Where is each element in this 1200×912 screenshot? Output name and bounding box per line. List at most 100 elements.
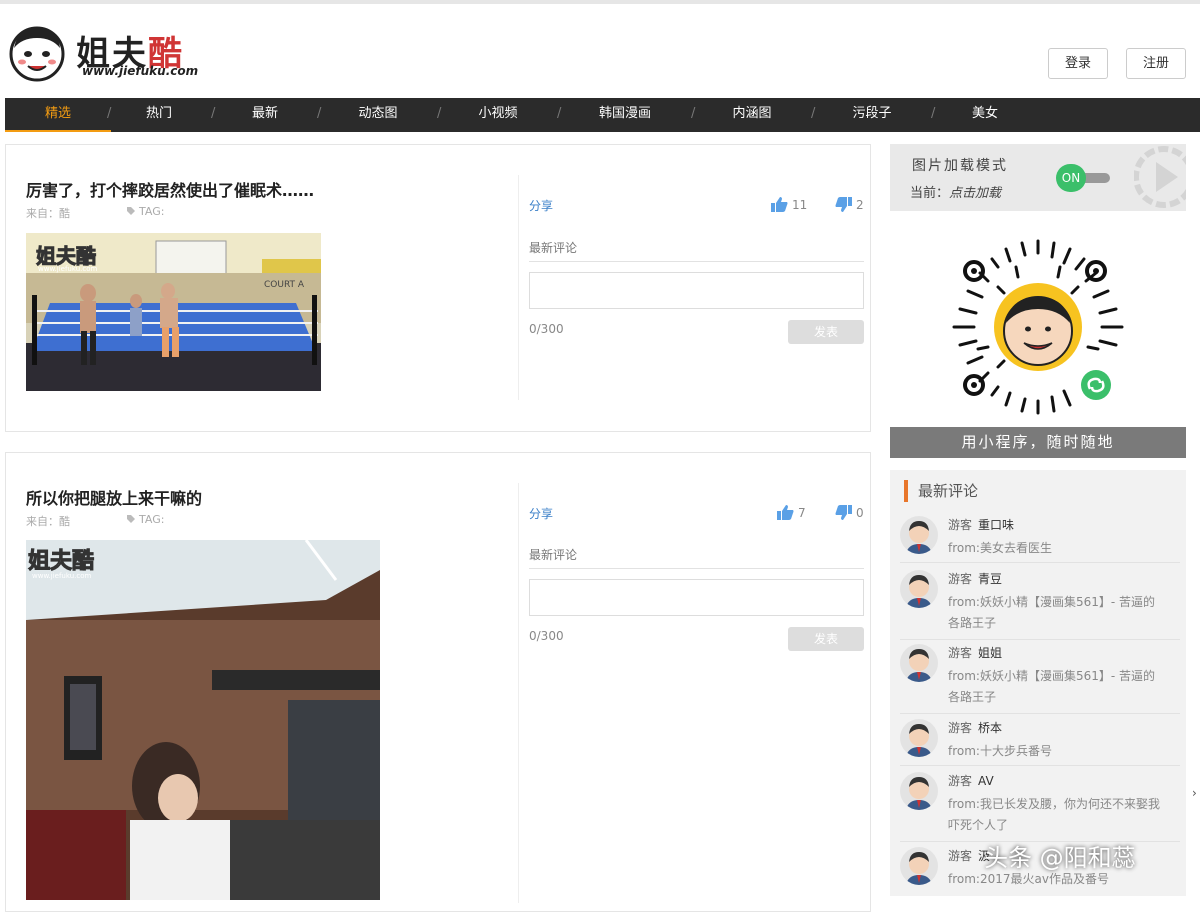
mini-program-qr[interactable]: [890, 227, 1186, 427]
avatar: [900, 644, 938, 682]
comment-source[interactable]: from:妖妖小精【漫画集561】- 苦逼的各路王子: [948, 592, 1166, 634]
comment-input[interactable]: [529, 579, 864, 616]
post-title[interactable]: 厉害了，打个摔跤居然使出了催眠术……: [26, 177, 314, 201]
user-prefix: 游客: [948, 721, 973, 735]
user-name: 姐姐: [978, 646, 1003, 660]
user-name: 重口味: [978, 518, 1015, 532]
post-meta: 来自：酷 TAG:: [26, 513, 164, 529]
comment-source[interactable]: from:我已长发及腰，你为何还不来娶我吓死个人了: [948, 794, 1166, 836]
room-image: 姐夫酷 www.jiefuku.com: [26, 540, 380, 900]
image-watermark: www.jiefuku.com: [32, 572, 91, 580]
qr-caption: 用小程序，随时随地: [890, 427, 1186, 458]
user-prefix: 游客: [948, 849, 973, 863]
post-title[interactable]: 所以你把腿放上来干嘛的: [26, 485, 202, 509]
post-tag: TAG:: [126, 513, 164, 526]
nav-item-beauty[interactable]: 美女: [961, 98, 1009, 132]
scroll-arrow-icon[interactable]: ›: [1192, 786, 1197, 800]
logo-url: www.jiefuku.com: [82, 64, 199, 78]
image-watermark: www.jiefuku.com: [38, 265, 97, 273]
like-count: 11: [792, 198, 808, 212]
comment-user: 游客 重口味: [948, 516, 1014, 533]
nav-item-jokes[interactable]: 污段子: [839, 98, 905, 132]
nav-separator: /: [317, 106, 322, 121]
comment-divider: [529, 261, 864, 262]
nav-item-videos[interactable]: 小视频: [465, 98, 531, 132]
post-tag-label: TAG:: [139, 205, 165, 218]
comment-char-count: 0/300: [529, 629, 564, 643]
dislike-button[interactable]: 0: [835, 505, 864, 520]
tag-icon: [127, 207, 135, 215]
nav-separator: /: [931, 106, 936, 121]
nav-item-hot[interactable]: 热门: [131, 98, 187, 132]
nav-separator: /: [811, 106, 816, 121]
avatar: [900, 719, 938, 757]
like-button[interactable]: 7: [777, 505, 806, 520]
post-image[interactable]: 姐夫酷 www.jiefuku.com COURT A: [26, 233, 321, 391]
dislike-button[interactable]: 2: [835, 197, 864, 212]
tag-icon: [127, 515, 135, 523]
nav-item-gifs[interactable]: 动态图: [345, 98, 411, 132]
like-count: 7: [798, 506, 806, 520]
current-label: 当前：: [910, 186, 950, 201]
submit-comment-button[interactable]: 发表: [788, 627, 864, 651]
comment-item[interactable]: 游客 姐姐 from:妖妖小精【漫画集561】- 苦逼的各路王子: [900, 644, 1180, 714]
submit-comment-button[interactable]: 发表: [788, 320, 864, 344]
wrestling-image: 姐夫酷 www.jiefuku.com COURT A: [26, 233, 321, 391]
comment-input[interactable]: [529, 272, 864, 309]
comment-user: 游客 AV: [948, 772, 994, 789]
post-source: 来自：酷: [26, 207, 70, 220]
post-tag: TAG:: [126, 205, 164, 218]
latest-comments-label: 最新评论: [529, 548, 578, 562]
post-card: 所以你把腿放上来干嘛的 来自：酷 TAG: 姐夫酷 www.jiefuku.co…: [5, 452, 871, 912]
comment-user: 游客 姐姐: [948, 644, 1002, 661]
user-prefix: 游客: [948, 572, 973, 586]
user-prefix: 游客: [948, 774, 973, 788]
latest-comments-label: 最新评论: [529, 241, 578, 255]
current-value: 点击加载: [949, 186, 1002, 201]
share-link[interactable]: 分享: [529, 505, 553, 522]
comment-item[interactable]: 游客 AV from:我已长发及腰，你为何还不来娶我吓死个人了: [900, 772, 1180, 842]
comment-source[interactable]: from:十大步兵番号: [948, 741, 1166, 762]
nav-item-featured[interactable]: 精选: [5, 98, 111, 132]
thumbs-down-icon: [835, 505, 852, 520]
share-link[interactable]: 分享: [529, 197, 553, 214]
comment-item[interactable]: 游客 青豆 from:妖妖小精【漫画集561】- 苦逼的各路王子: [900, 570, 1180, 640]
comment-divider: [529, 568, 864, 569]
comment-source[interactable]: from:美女去看医生: [948, 538, 1166, 559]
avatar: [900, 772, 938, 810]
logo-face-icon[interactable]: [8, 24, 66, 82]
nav-item-comics[interactable]: 韩国漫画: [591, 98, 659, 132]
switch-knob: ON: [1056, 164, 1086, 192]
svg-text:COURT A: COURT A: [264, 280, 305, 290]
image-mode-switch[interactable]: ON: [1056, 164, 1112, 192]
comment-item[interactable]: 游客 重口味 from:美女去看医生: [900, 516, 1180, 563]
user-name: 桥本: [978, 721, 1003, 735]
qr-code-icon: [952, 239, 1124, 415]
comment-source[interactable]: from:妖妖小精【漫画集561】- 苦逼的各路王子: [948, 666, 1166, 708]
column-divider: [518, 175, 519, 400]
post-card: 厉害了，打个摔跤居然使出了催眠术…… 来自：酷 TAG: 姐夫酷 www.jie…: [5, 144, 871, 432]
like-button[interactable]: 11: [771, 197, 807, 212]
post-image[interactable]: 姐夫酷 www.jiefuku.com: [26, 540, 380, 900]
nav-item-latest[interactable]: 最新: [237, 98, 293, 132]
play-icon: [1134, 146, 1186, 208]
post-tag-label: TAG:: [139, 513, 165, 526]
dislike-count: 2: [856, 198, 864, 212]
avatar: [900, 847, 938, 885]
nav-separator: /: [557, 106, 562, 121]
user-prefix: 游客: [948, 518, 973, 532]
svg-text:姐夫酷: 姐夫酷: [28, 548, 94, 574]
login-button[interactable]: 登录: [1048, 48, 1108, 79]
thumbs-up-icon: [771, 197, 788, 212]
avatar: [900, 516, 938, 554]
comment-item[interactable]: 游客 桥本 from:十大步兵番号: [900, 719, 1180, 766]
comment-char-count: 0/300: [529, 322, 564, 336]
thumbs-up-icon: [777, 505, 794, 520]
site-header: 姐夫酷 www.jiefuku.com 登录 注册: [0, 4, 1200, 98]
column-divider: [518, 483, 519, 903]
register-button[interactable]: 注册: [1126, 48, 1186, 79]
dislike-count: 0: [856, 506, 864, 520]
latest-comments-title: 最新评论: [904, 480, 978, 502]
main-nav: 精选 / 热门 / 最新 / 动态图 / 小视频 / 韩国漫画 / 内涵图 / …: [5, 98, 1200, 132]
nav-item-memes[interactable]: 内涵图: [719, 98, 785, 132]
